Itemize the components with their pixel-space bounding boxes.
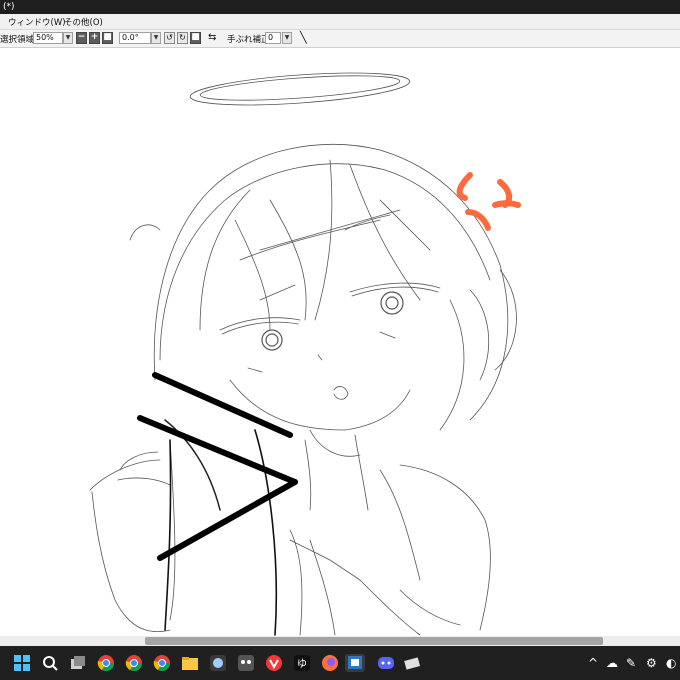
zoom-dropdown-icon[interactable]: ▼	[63, 32, 73, 44]
tool-options-bar: 選択領域 50% ▼ − + ■ 0.0° ▼ ↺ ↻ ■ ⇆ 手ぶれ補正 0 …	[0, 30, 680, 48]
yu-app-icon[interactable]: ゆ	[293, 654, 311, 672]
chrome-icon[interactable]	[125, 654, 143, 672]
file-explorer-icon[interactable]	[181, 654, 199, 672]
rotation-dropdown-icon[interactable]: ▼	[151, 32, 161, 44]
zoom-reset-icon[interactable]: ■	[102, 32, 113, 44]
app-icon[interactable]	[237, 654, 255, 672]
pen-icon[interactable]: ✎	[626, 656, 636, 670]
stabilizer-label: 手ぶれ補正	[227, 35, 270, 45]
menu-bar: ウィンドウ(W) その他(O)	[0, 14, 680, 30]
menu-other[interactable]: その他(O)	[64, 16, 103, 28]
chevron-up-icon[interactable]: ^	[588, 656, 598, 670]
search-icon[interactable]	[41, 654, 59, 672]
settings-icon[interactable]: ⚙	[646, 656, 657, 670]
windows-start-icon[interactable]	[13, 654, 31, 672]
rotate-left-icon[interactable]: ↺	[164, 32, 175, 44]
stabilizer-dropdown-icon[interactable]: ▼	[282, 32, 292, 44]
onedrive-icon[interactable]: ☁	[606, 656, 618, 670]
selection-label: 選択領域	[0, 35, 35, 45]
drawing-canvas[interactable]	[0, 48, 680, 638]
stabilizer-field[interactable]: 0	[265, 32, 281, 44]
rotation-field[interactable]: 0.0°	[119, 32, 151, 44]
title-bar: (*)	[0, 0, 680, 14]
sketch-drawing	[89, 72, 521, 636]
menu-window[interactable]: ウィンドウ(W)	[8, 16, 66, 28]
flip-horizontal-icon[interactable]: ⇆	[208, 32, 216, 43]
discord-icon[interactable]	[377, 654, 395, 672]
zoom-field[interactable]: 50%	[33, 32, 63, 44]
task-view-icon[interactable]	[69, 654, 87, 672]
horizontal-scrollbar[interactable]	[0, 636, 680, 646]
window-title: (*)	[3, 2, 15, 12]
zoom-out-icon[interactable]: −	[76, 32, 87, 44]
vivaldi-icon[interactable]	[265, 654, 283, 672]
app-icon[interactable]	[403, 654, 421, 672]
chrome-icon[interactable]	[97, 654, 115, 672]
firefox-icon[interactable]	[321, 654, 339, 672]
pen-tool-icon[interactable]: ╲	[300, 31, 307, 44]
scrollbar-thumb[interactable]	[145, 637, 603, 645]
app-icon[interactable]	[209, 654, 227, 672]
taskbar: ゆ ^ ☁ ✎ ⚙ ◐	[0, 646, 680, 680]
rotate-right-icon[interactable]: ↻	[177, 32, 188, 44]
chrome-icon[interactable]	[153, 654, 171, 672]
svg-text:ゆ: ゆ	[297, 658, 307, 670]
network-icon[interactable]: ◐	[666, 656, 676, 670]
app-icon[interactable]	[345, 654, 365, 672]
rotation-reset-icon[interactable]: ■	[190, 32, 201, 44]
zoom-in-icon[interactable]: +	[89, 32, 100, 44]
